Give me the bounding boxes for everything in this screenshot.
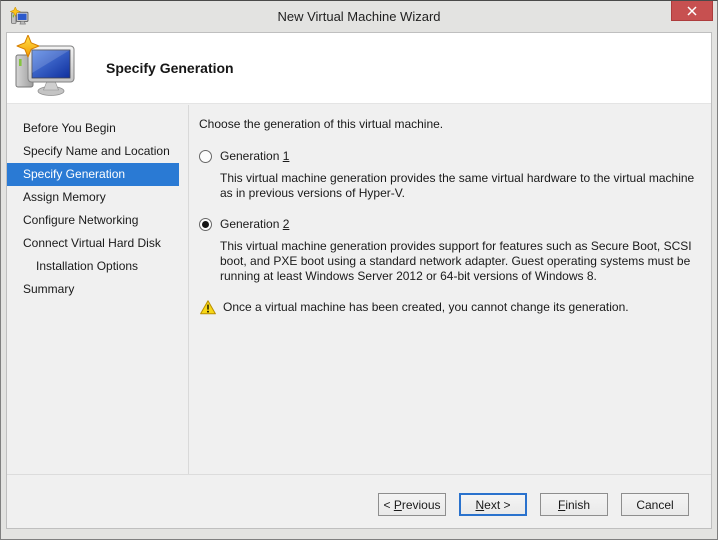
sidebar-item-summary[interactable]: Summary (7, 278, 179, 301)
generation-2-label[interactable]: Generation 2 (220, 217, 289, 232)
wizard-body: Before You Begin Specify Name and Locati… (7, 105, 711, 474)
sidebar-item-assign-memory[interactable]: Assign Memory (7, 186, 179, 209)
close-button[interactable] (671, 1, 713, 21)
sidebar-item-before-you-begin[interactable]: Before You Begin (7, 117, 179, 140)
wizard-page-content: Choose the generation of this virtual ma… (190, 105, 711, 474)
client-area: Specify Generation Before You Begin Spec… (6, 32, 712, 529)
next-button[interactable]: Next > (459, 493, 527, 516)
footer-buttons: < Previous Next > Finish Cancel (7, 493, 711, 516)
sidebar-item-specify-name-and-location[interactable]: Specify Name and Location (7, 140, 179, 163)
wizard-header-icon (15, 35, 75, 96)
wizard-header: Specify Generation (7, 33, 711, 104)
finish-button[interactable]: Finish (540, 493, 608, 516)
generation-1-option: Generation 1 This virtual machine genera… (199, 149, 701, 201)
window-title: New Virtual Machine Wizard (277, 9, 441, 24)
generation-1-label[interactable]: Generation 1 (220, 149, 289, 164)
warning-icon (200, 300, 216, 315)
generation-warning: Once a virtual machine has been created,… (199, 300, 701, 315)
footer-separator (7, 474, 711, 475)
previous-button[interactable]: < Previous (378, 493, 446, 516)
wizard-sidebar: Before You Begin Specify Name and Locati… (7, 105, 189, 474)
instruction-text: Choose the generation of this virtual ma… (199, 117, 444, 131)
generation-1-radio[interactable] (199, 150, 212, 163)
generation-2-option: Generation 2 This virtual machine genera… (199, 217, 701, 284)
cancel-button[interactable]: Cancel (621, 493, 689, 516)
sidebar-item-connect-virtual-hard-disk[interactable]: Connect Virtual Hard Disk (7, 232, 179, 255)
close-icon (687, 5, 697, 16)
wizard-window: New Virtual Machine Wizard Specify Gener… (0, 0, 718, 540)
generation-1-description: This virtual machine generation provides… (220, 171, 695, 200)
warning-text: Once a virtual machine has been created,… (223, 300, 629, 314)
sidebar-item-configure-networking[interactable]: Configure Networking (7, 209, 179, 232)
generation-2-radio[interactable] (199, 218, 212, 231)
sidebar-item-installation-options[interactable]: Installation Options (7, 255, 179, 278)
sidebar-item-specify-generation[interactable]: Specify Generation (7, 163, 179, 186)
generation-2-description: This virtual machine generation provides… (220, 239, 692, 283)
page-title: Specify Generation (106, 60, 234, 76)
titlebar: New Virtual Machine Wizard (1, 1, 717, 32)
new-vm-icon (10, 7, 29, 25)
